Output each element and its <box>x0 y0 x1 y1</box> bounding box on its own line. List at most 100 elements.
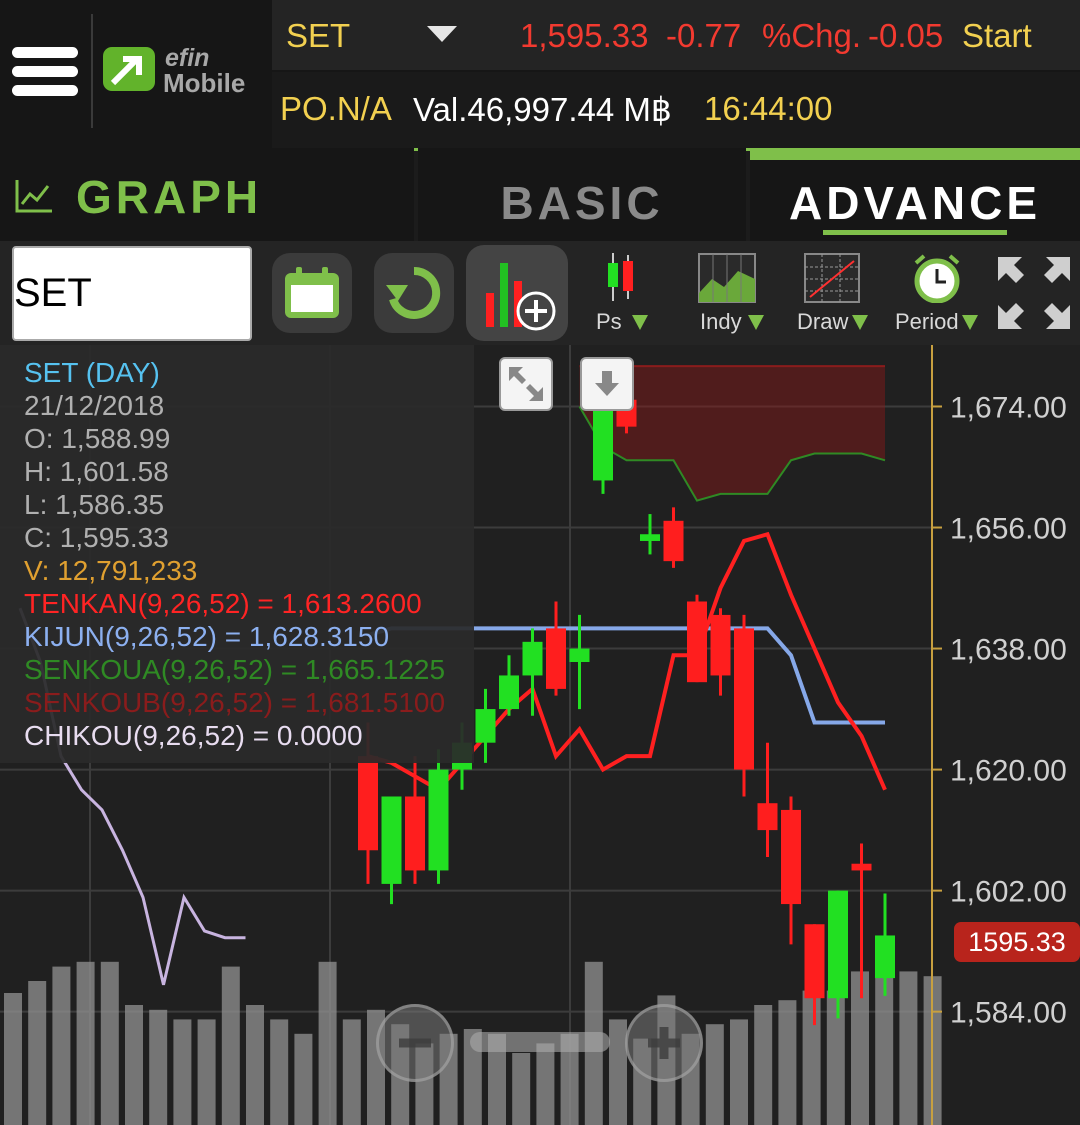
refresh-icon <box>384 263 444 328</box>
candle-body <box>381 796 402 884</box>
draw-label: Draw <box>797 309 849 334</box>
volume-bar <box>197 1019 216 1125</box>
calendar-icon <box>282 265 342 326</box>
zoom-out-button[interactable] <box>376 1004 454 1082</box>
alarm-clock-icon <box>912 253 962 308</box>
info-title: SET (DAY) <box>24 357 160 388</box>
menu-button[interactable] <box>0 0 90 148</box>
volume-bar <box>730 1019 748 1125</box>
tab-advance-underline <box>823 230 1007 235</box>
info-senkoub: SENKOUB(9,26,52) = 1,681.5100 <box>24 687 446 718</box>
period-menu[interactable]: Period <box>890 241 986 345</box>
volume-bar <box>899 971 918 1125</box>
ps-menu[interactable]: Ps <box>582 241 672 345</box>
symbol-input[interactable] <box>12 246 252 341</box>
download-button[interactable] <box>580 357 634 411</box>
fullscreen-button[interactable] <box>996 255 1072 331</box>
candle-body <box>828 890 848 999</box>
ps-dropdown-icon <box>632 315 648 336</box>
candle-body <box>358 756 378 851</box>
y-tick-label-6: 1,584.00 <box>950 997 1067 1030</box>
candle-body <box>710 614 731 676</box>
tab-advance[interactable]: ADVANCE <box>750 148 1080 241</box>
volume-bar <box>826 990 845 1125</box>
minus-icon <box>379 1038 451 1083</box>
plus-icon <box>628 1027 700 1083</box>
candle-body <box>499 675 519 710</box>
indicator-icon <box>698 253 756 308</box>
grid-draw-icon <box>804 253 860 308</box>
candle-body <box>804 924 825 999</box>
candle-body <box>428 769 449 871</box>
chevron-down-icon[interactable] <box>427 26 457 49</box>
add-chart-button[interactable] <box>466 245 568 341</box>
zoom-slider[interactable] <box>470 1032 610 1052</box>
tab-graph[interactable]: GRAPH <box>0 148 414 241</box>
volume-bar <box>246 1005 264 1125</box>
candle-body <box>475 709 496 743</box>
draw-dropdown-icon <box>852 315 868 336</box>
info-close: C: 1,595.33 <box>24 522 169 553</box>
y-tick-label-1: 1,674.00 <box>950 391 1067 424</box>
candle-body <box>757 803 778 831</box>
y-tick-label-4: 1,620.00 <box>950 755 1067 788</box>
candle-body <box>687 601 707 683</box>
volume-bar <box>270 1019 289 1125</box>
indy-dropdown-icon <box>748 315 764 336</box>
info-chikou: CHIKOU(9,26,52) = 0.0000 <box>24 720 363 751</box>
refresh-button[interactable] <box>374 253 454 333</box>
line-chart-icon <box>14 178 54 219</box>
volume-bar <box>28 981 47 1125</box>
index-summary-row: SET 1,595.33 -0.77 %Chg. -0.05 Start <box>272 0 1080 70</box>
volume-bar <box>705 1024 724 1125</box>
logo-arrow-icon <box>103 47 155 91</box>
volume-bar <box>342 1019 361 1125</box>
index-symbol[interactable]: SET <box>286 17 350 55</box>
calendar-button[interactable] <box>272 253 352 333</box>
volume-bar <box>294 1033 313 1125</box>
volume-bar <box>52 966 71 1125</box>
y-tick-label-3: 1,638.00 <box>950 634 1067 667</box>
info-tenkan: TENKAN(9,26,52) = 1,613.2600 <box>24 588 422 619</box>
tab-advance-label: ADVANCE <box>788 177 1042 229</box>
volume-bar <box>512 1053 531 1125</box>
app-screen: efin Mobile SET 1,595.33 -0.77 %Chg. -0.… <box>0 0 1080 1125</box>
volume-bar <box>536 1043 555 1125</box>
add-chart-icon <box>480 255 560 340</box>
zoom-in-button[interactable] <box>625 1004 703 1082</box>
indy-menu[interactable]: Indy <box>690 241 780 345</box>
candle-body <box>875 935 895 979</box>
active-tab-indicator <box>750 148 1080 160</box>
market-time: 16:44:00 <box>704 90 833 127</box>
volume-bar <box>802 990 821 1125</box>
logo-text-mobile: Mobile <box>163 68 246 98</box>
tab-basic-label: BASIC <box>500 177 664 229</box>
volume-bar <box>173 1019 192 1125</box>
candle-body <box>569 648 590 662</box>
volume-bar <box>778 1000 797 1125</box>
draw-menu[interactable]: Draw <box>790 241 880 345</box>
candlestick-icon <box>606 253 636 306</box>
volume-bar <box>4 993 22 1125</box>
candle-body <box>851 863 872 871</box>
period-dropdown-icon <box>962 315 978 336</box>
pct-change-value: -0.05 <box>868 17 944 54</box>
chart-toolbar: Ps Indy <box>0 241 1080 345</box>
ps-label: Ps <box>596 309 622 334</box>
expand-chart-button[interactable] <box>499 357 553 411</box>
info-volume: V: 12,791,233 <box>24 555 198 586</box>
info-open: O: 1,588.99 <box>24 423 171 454</box>
fullscreen-icon <box>996 257 1072 335</box>
info-low: L: 1,586.35 <box>24 489 165 520</box>
tab-basic[interactable]: BASIC <box>418 148 746 241</box>
ohlc-info-panel: SET (DAY) 21/12/2018 O: 1,588.99 H: 1,60… <box>0 345 474 763</box>
market-stats-row: PO.N/A Val.46,997.44 M฿ 16:44:00 <box>272 72 1080 148</box>
last-price-tag: 1595.33 <box>954 922 1080 962</box>
projected-open: PO.N/A <box>280 90 392 127</box>
volume-bar <box>754 1005 773 1125</box>
y-tick-label-2: 1,656.00 <box>950 513 1067 546</box>
price-change: -0.77 <box>666 17 742 54</box>
candle-body <box>734 628 754 770</box>
candle-body <box>593 406 613 481</box>
y-tick-label-5: 1,602.00 <box>950 876 1067 909</box>
